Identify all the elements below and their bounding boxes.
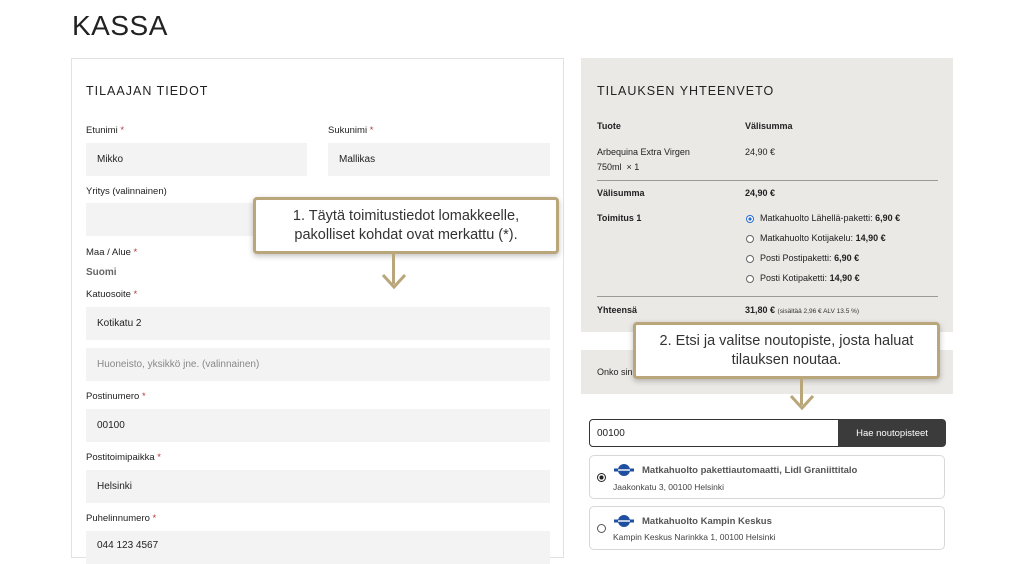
pickup-search-button[interactable]: Hae noutopisteet xyxy=(838,419,946,447)
page-title: KASSA xyxy=(72,10,168,41)
item-price: 24,90 € xyxy=(745,147,776,157)
pickup-point-radio[interactable] xyxy=(597,524,606,533)
callout-fill-form-line1: 1. Täytä toimitustiedot lomakkeelle, xyxy=(292,208,520,224)
total-value: 31,80 € (sisältää 2,96 € ALV 13.5 %) xyxy=(745,305,860,315)
pickup-point-address: Jaakonkatu 3, 00100 Helsinki xyxy=(613,482,725,492)
city-field[interactable]: Helsinki xyxy=(86,470,550,503)
city-label: Postitoimipaikka * xyxy=(86,452,161,463)
pickup-point-card[interactable] xyxy=(589,455,945,499)
last-name-label: Sukunimi * xyxy=(328,125,374,136)
billing-heading: TILAAJAN TIEDOT xyxy=(86,84,209,98)
arrow-down-icon xyxy=(380,270,408,292)
callout-fill-form-line2: pakolliset kohdat ovat merkattu (*). xyxy=(294,227,518,243)
summary-heading: TILAUKSEN YHTEENVETO xyxy=(597,84,775,98)
pickup-point-address: Kampin Keskus Narinkka 1, 00100 Helsinki xyxy=(613,532,776,542)
pickup-point-radio[interactable] xyxy=(597,473,606,482)
callout-pickup-line1: 2. Etsi ja valitse noutopiste, josta hal… xyxy=(659,333,914,349)
postcode-label: Postinumero * xyxy=(86,391,146,402)
phone-field[interactable]: 044 123 4567 xyxy=(86,531,550,564)
street-label: Katuosoite * xyxy=(86,289,138,300)
subtotal-label: Välisumma xyxy=(597,188,645,198)
postcode-field[interactable]: 00100 xyxy=(86,409,550,442)
pickup-point-card[interactable] xyxy=(589,506,945,550)
arrow-down-icon xyxy=(788,391,816,413)
shipping-option-mh-kotijakelu[interactable]: Matkahuolto Kotijakelu: 14,90 € xyxy=(760,233,886,243)
divider xyxy=(597,296,938,297)
first-name-field[interactable]: Mikko xyxy=(86,143,307,176)
total-label: Yhteensä xyxy=(597,305,638,315)
country-label: Maa / Alue * xyxy=(86,247,138,258)
first-name-label: Etunimi * xyxy=(86,125,125,136)
country-value[interactable]: Suomi xyxy=(86,267,117,278)
subtotal-value: 24,90 € xyxy=(745,188,776,198)
callout-pickup: 2. Etsi ja valitse noutopiste, josta hal… xyxy=(633,322,940,379)
callout-fill-form: 1. Täytä toimitustiedot lomakkeelle, pak… xyxy=(253,197,559,254)
pickup-point-name: Matkahuolto pakettiautomaatti, Lidl Gran… xyxy=(642,465,858,476)
shipping-label: Toimitus 1 xyxy=(597,213,642,223)
pickup-search-input[interactable]: 00100 xyxy=(589,419,839,447)
subtotal-col-header: Välisumma xyxy=(745,121,793,131)
shipping-option-mh-lahella[interactable]: Matkahuolto Lähellä-paketti: 6,90 € xyxy=(760,213,900,223)
callout-pickup-line2: tilauksen noutaa. xyxy=(731,352,842,368)
item-name: Arbequina Extra Virgen xyxy=(597,147,690,157)
divider xyxy=(597,180,938,181)
item-size-qty: 750ml × 1 xyxy=(597,162,640,172)
last-name-field[interactable]: Mallikas xyxy=(328,143,550,176)
phone-label: Puhelinnumero * xyxy=(86,513,157,524)
matkahuolto-logo-icon xyxy=(613,514,635,528)
pickup-point-name: Matkahuolto Kampin Keskus xyxy=(642,516,772,527)
matkahuolto-logo-icon xyxy=(613,463,635,477)
shipping-option-posti-kotipaketti[interactable]: Posti Kotipaketti: 14,90 € xyxy=(760,273,860,283)
shipping-option-posti-postipaketti[interactable]: Posti Postipaketti: 6,90 € xyxy=(760,253,859,263)
street-field[interactable]: Kotikatu 2 xyxy=(86,307,550,340)
product-col-header: Tuote xyxy=(597,121,621,131)
company-label: Yritys (valinnainen) xyxy=(86,186,167,197)
shipping-radio-posti-kotipaketti[interactable] xyxy=(746,275,754,283)
shipping-radio-posti-postipaketti[interactable] xyxy=(746,255,754,263)
shipping-radio-mh-lahella[interactable] xyxy=(746,215,754,223)
shipping-radio-mh-kotijakelu[interactable] xyxy=(746,235,754,243)
street2-field[interactable]: Huoneisto, yksikkö jne. (valinnainen) xyxy=(86,348,550,381)
